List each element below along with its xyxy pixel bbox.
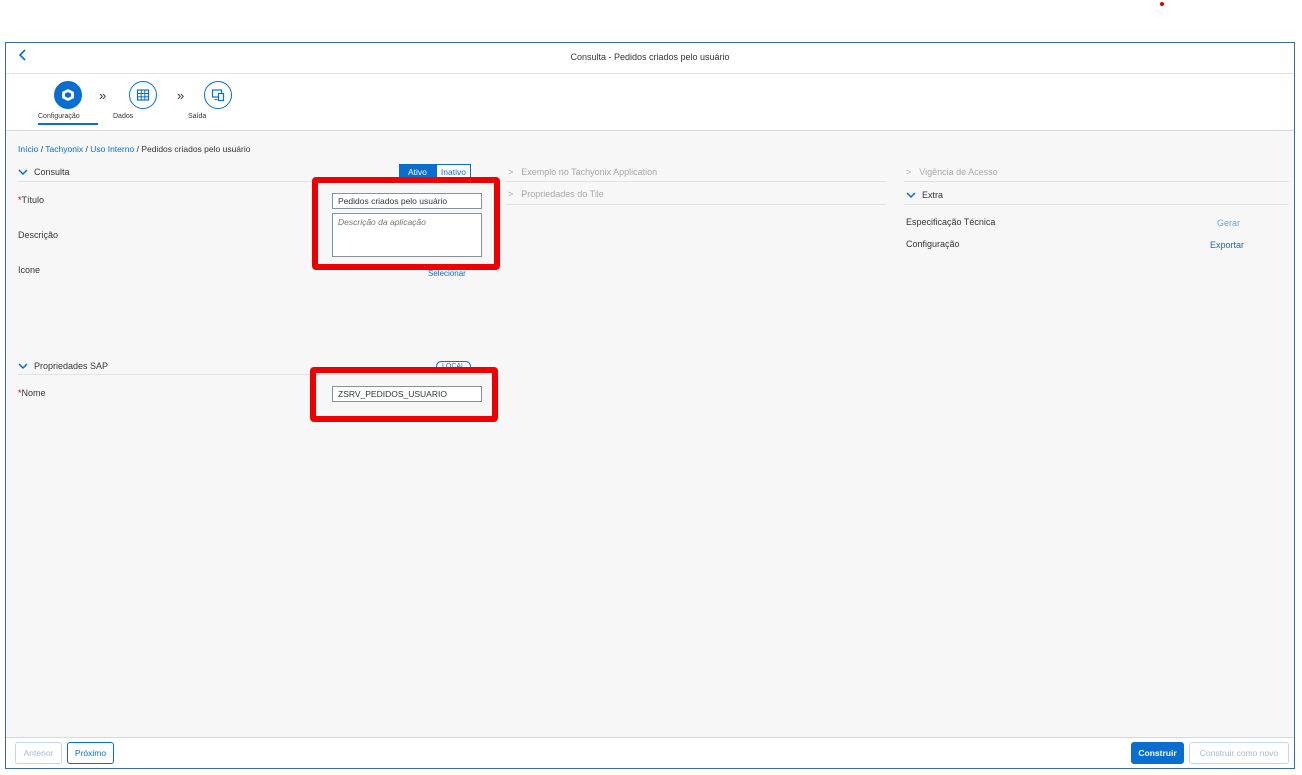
footer-toolbar: Anterior Próximo Construir Construir com… (6, 737, 1294, 768)
step-dados[interactable]: Dados (113, 81, 173, 120)
chevron-right-icon: > (906, 167, 912, 177)
chevron-right-icon: > (508, 189, 514, 199)
configuration-label: Configuração (906, 239, 960, 249)
cube-icon (54, 81, 82, 109)
generate-link[interactable]: Gerar (1217, 218, 1240, 228)
step-label: Configuração (38, 113, 80, 120)
section-tile-header[interactable]: > Propriedades do Tile (508, 189, 604, 199)
description-label: Descrição (18, 230, 59, 240)
decorative-dot (1160, 2, 1164, 6)
section-example-header[interactable]: > Exemplo no Tachyonix Application (508, 167, 657, 177)
section-vigencia-header[interactable]: > Vigência de Acesso (906, 167, 998, 177)
section-consulta-header[interactable]: Consulta (18, 167, 70, 177)
chevron-down-icon (906, 192, 916, 199)
build-button[interactable]: Construir (1131, 742, 1184, 764)
chevron-double-right-icon: » (99, 88, 106, 103)
section-sap-header[interactable]: Propriedades SAP (18, 361, 108, 371)
build-as-new-button[interactable]: Construir como novo (1189, 742, 1289, 764)
step-saida[interactable]: Saída (188, 81, 248, 120)
section-title: Consulta (34, 167, 70, 177)
breadcrumb-separator: / (136, 144, 139, 154)
step-configuracao[interactable]: Configuração (38, 81, 98, 125)
step-label: Saída (188, 113, 207, 120)
divider (904, 181, 1289, 182)
icon-label: Icone (18, 265, 41, 275)
previous-button[interactable]: Anterior (15, 742, 62, 764)
wizard-steps: Configuração » Dados » Saída (6, 74, 1294, 131)
highlight-box (310, 367, 498, 422)
name-label: *Nome (18, 388, 46, 398)
app-window: Consulta - Pedidos criados pelo usuário … (5, 42, 1295, 769)
breadcrumb-separator: / (85, 144, 88, 154)
tech-spec-label: Especificação Técnica (906, 217, 996, 227)
table-grid-icon (129, 81, 157, 109)
divider (506, 181, 886, 182)
section-title: Propriedades SAP (34, 361, 109, 371)
chevron-down-icon (18, 363, 28, 370)
chevron-down-icon (18, 169, 28, 176)
breadcrumb-link-tachyonix[interactable]: Tachyonix (45, 144, 83, 154)
breadcrumb-separator: / (40, 144, 44, 154)
next-button[interactable]: Próximo (67, 742, 114, 764)
select-icon-link[interactable]: Selecionar (428, 269, 466, 278)
devices-icon (204, 81, 232, 109)
section-title: Exemplo no Tachyonix Application (521, 167, 658, 177)
breadcrumb-link-inicio[interactable]: Início (18, 144, 38, 154)
chevron-double-right-icon: » (177, 88, 184, 103)
section-extra-header[interactable]: Extra (906, 190, 943, 200)
section-title: Propriedades do Tile (521, 189, 604, 199)
highlight-box (312, 177, 500, 270)
title-label: *Título (18, 195, 45, 205)
export-link[interactable]: Exportar (1210, 240, 1244, 250)
step-label: Dados (113, 113, 134, 120)
section-title: Extra (922, 190, 944, 200)
window-title: Consulta - Pedidos criados pelo usuário (570, 52, 730, 62)
breadcrumb: Início / Tachyonix / Uso Interno / Pedid… (18, 144, 250, 154)
active-step-indicator (38, 123, 98, 125)
breadcrumb-link-uso-interno[interactable]: Uso Interno (90, 144, 134, 154)
breadcrumb-current: Pedidos criados pelo usuário (141, 144, 251, 154)
chevron-right-icon: > (508, 167, 514, 177)
section-title: Vigência de Acesso (919, 167, 998, 177)
divider (904, 204, 1289, 205)
title-bar: Consulta - Pedidos criados pelo usuário (6, 43, 1294, 74)
divider (506, 204, 886, 205)
